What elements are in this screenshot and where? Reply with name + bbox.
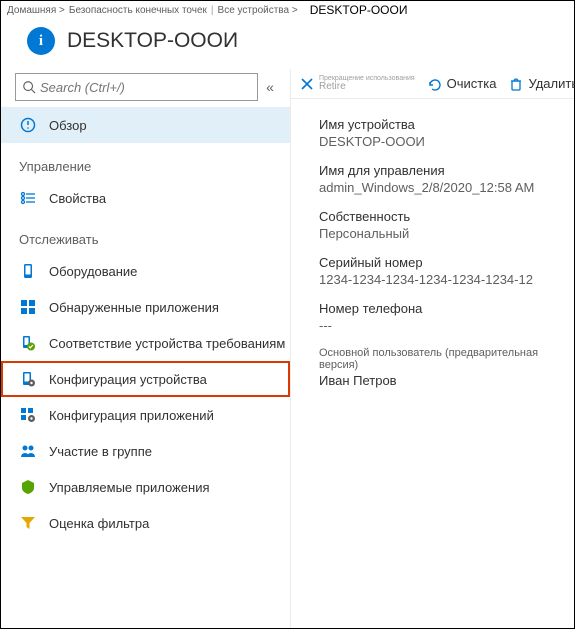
- delete-label: Удалить: [528, 76, 575, 91]
- retire-label-sub: Retire: [319, 82, 415, 92]
- delete-icon: [508, 76, 524, 92]
- sidebar-item-label: Управляемые приложения: [49, 480, 210, 495]
- breadcrumb-sep: |: [211, 5, 214, 16]
- hardware-icon: [19, 262, 37, 280]
- sidebar-item-filter-eval[interactable]: Оценка фильтра: [1, 505, 290, 541]
- page-title: DESKTOP-ОООИ: [67, 29, 238, 53]
- action-bar: Прекращение использования Retire Очистка…: [291, 69, 574, 99]
- group-icon: [19, 442, 37, 460]
- sidebar: « Обзор Управление Свойства Отслеживать: [1, 69, 291, 628]
- app-config-icon: [19, 406, 37, 424]
- sidebar-item-label: Оценка фильтра: [49, 516, 149, 531]
- sidebar-item-managed-apps[interactable]: Управляемые приложения: [1, 469, 290, 505]
- primary-user-value: Иван Петров: [319, 373, 566, 388]
- sidebar-item-hardware[interactable]: Оборудование: [1, 253, 290, 289]
- sidebar-item-overview[interactable]: Обзор: [1, 107, 290, 143]
- overview-icon: [19, 116, 37, 134]
- wipe-button[interactable]: Очистка: [427, 76, 497, 92]
- ownership-value: Персональный: [319, 226, 566, 241]
- sidebar-section-monitor: Отслеживать: [1, 216, 290, 253]
- phone-label: Номер телефона: [319, 301, 566, 316]
- discovered-apps-icon: [19, 298, 37, 316]
- sidebar-item-label: Обзор: [49, 118, 87, 133]
- ownership-label: Собственность: [319, 209, 566, 224]
- serial-value: 1234-1234-1234-1234-1234-1234-12: [319, 272, 566, 287]
- delete-button[interactable]: Удалить: [508, 76, 575, 92]
- serial-label: Серийный номер: [319, 255, 566, 270]
- sidebar-item-label: Конфигурация устройства: [49, 372, 207, 387]
- sidebar-item-discovered-apps[interactable]: Обнаруженные приложения: [1, 289, 290, 325]
- managed-apps-icon: [19, 478, 37, 496]
- breadcrumb-sec[interactable]: Безопасность конечных точек: [69, 5, 207, 16]
- sidebar-item-label: Конфигурация приложений: [49, 408, 214, 423]
- properties-icon: [19, 189, 37, 207]
- sidebar-item-group-membership[interactable]: Участие в группе: [1, 433, 290, 469]
- wipe-label: Очистка: [447, 76, 497, 91]
- info-icon: i: [27, 27, 55, 55]
- sidebar-item-app-config[interactable]: Конфигурация приложений: [1, 397, 290, 433]
- breadcrumb-current: DESKTOP-ОООИ: [310, 3, 408, 17]
- sidebar-nav: Обзор Управление Свойства Отслеживать Об…: [1, 107, 290, 628]
- sidebar-item-label: Участие в группе: [49, 444, 152, 459]
- collapse-sidebar-button[interactable]: «: [258, 79, 282, 95]
- breadcrumb-home[interactable]: Домашняя >: [7, 5, 65, 16]
- search-input[interactable]: [36, 80, 251, 95]
- device-name-label: Имя устройства: [319, 117, 566, 132]
- filter-icon: [19, 514, 37, 532]
- wipe-icon: [427, 76, 443, 92]
- sidebar-section-manage: Управление: [1, 143, 290, 180]
- search-icon: [22, 80, 36, 94]
- device-config-icon: [19, 370, 37, 388]
- phone-value: ---: [319, 318, 566, 333]
- primary-user-label: Основной пользователь (предварительная в…: [319, 347, 566, 371]
- content-pane: Прекращение использования Retire Очистка…: [291, 69, 574, 628]
- title-row: i DESKTOP-ОООИ: [1, 19, 574, 69]
- breadcrumb: Домашняя > Безопасность конечных точек |…: [1, 1, 574, 19]
- sidebar-item-label: Свойства: [49, 191, 106, 206]
- sidebar-item-device-config[interactable]: Конфигурация устройства: [1, 361, 290, 397]
- mgmt-name-label: Имя для управления: [319, 163, 566, 178]
- sidebar-item-label: Соответствие устройства требованиям: [49, 336, 285, 351]
- sidebar-item-properties[interactable]: Свойства: [1, 180, 290, 216]
- device-name-value: DESKTOP-ОООИ: [319, 134, 566, 149]
- mgmt-name-value: admin_Windows_2/8/2020_12:58 AM: [319, 180, 566, 195]
- search-box[interactable]: [15, 73, 258, 101]
- details-section: Имя устройства DESKTOP-ОООИ Имя для упра…: [291, 99, 574, 410]
- breadcrumb-all[interactable]: Все устройства >: [218, 5, 298, 16]
- sidebar-item-compliance[interactable]: Соответствие устройства требованиям: [1, 325, 290, 361]
- retire-icon: [299, 76, 315, 92]
- sidebar-item-label: Оборудование: [49, 264, 137, 279]
- sidebar-item-label: Обнаруженные приложения: [49, 300, 219, 315]
- retire-button[interactable]: Прекращение использования Retire: [299, 75, 415, 92]
- compliance-icon: [19, 334, 37, 352]
